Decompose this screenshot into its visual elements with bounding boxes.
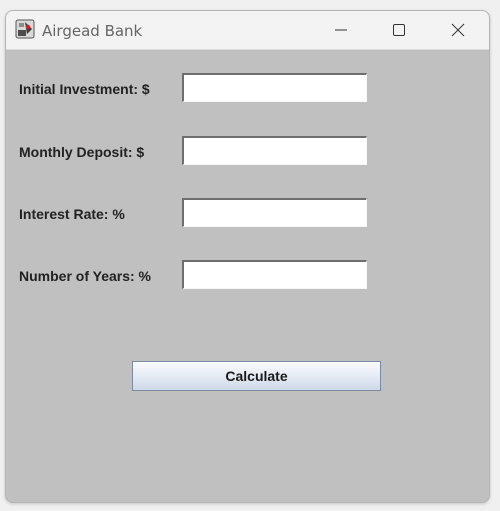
maximize-button[interactable] [376, 11, 422, 49]
window-title: Airgead Bank [42, 22, 143, 40]
number-of-years-field[interactable] [182, 260, 367, 289]
calculate-button[interactable]: Calculate [132, 361, 381, 391]
maximize-icon [393, 24, 405, 36]
monthly-deposit-label: Monthly Deposit: $ [19, 144, 145, 160]
application-window: Airgead Bank Initial Investment: $ Month… [5, 10, 490, 503]
initial-investment-label: Initial Investment: $ [19, 81, 150, 97]
title-bar[interactable]: Airgead Bank [6, 11, 489, 50]
interest-rate-label: Interest Rate: % [19, 206, 125, 222]
close-button[interactable] [435, 11, 481, 49]
close-icon [451, 23, 465, 37]
monthly-deposit-field[interactable] [182, 136, 367, 165]
interest-rate-field[interactable] [182, 198, 367, 227]
java-app-icon [15, 19, 35, 39]
number-of-years-label: Number of Years: % [19, 268, 152, 284]
initial-investment-field[interactable] [182, 73, 367, 102]
minimize-icon [335, 29, 347, 31]
minimize-button[interactable] [318, 11, 364, 49]
